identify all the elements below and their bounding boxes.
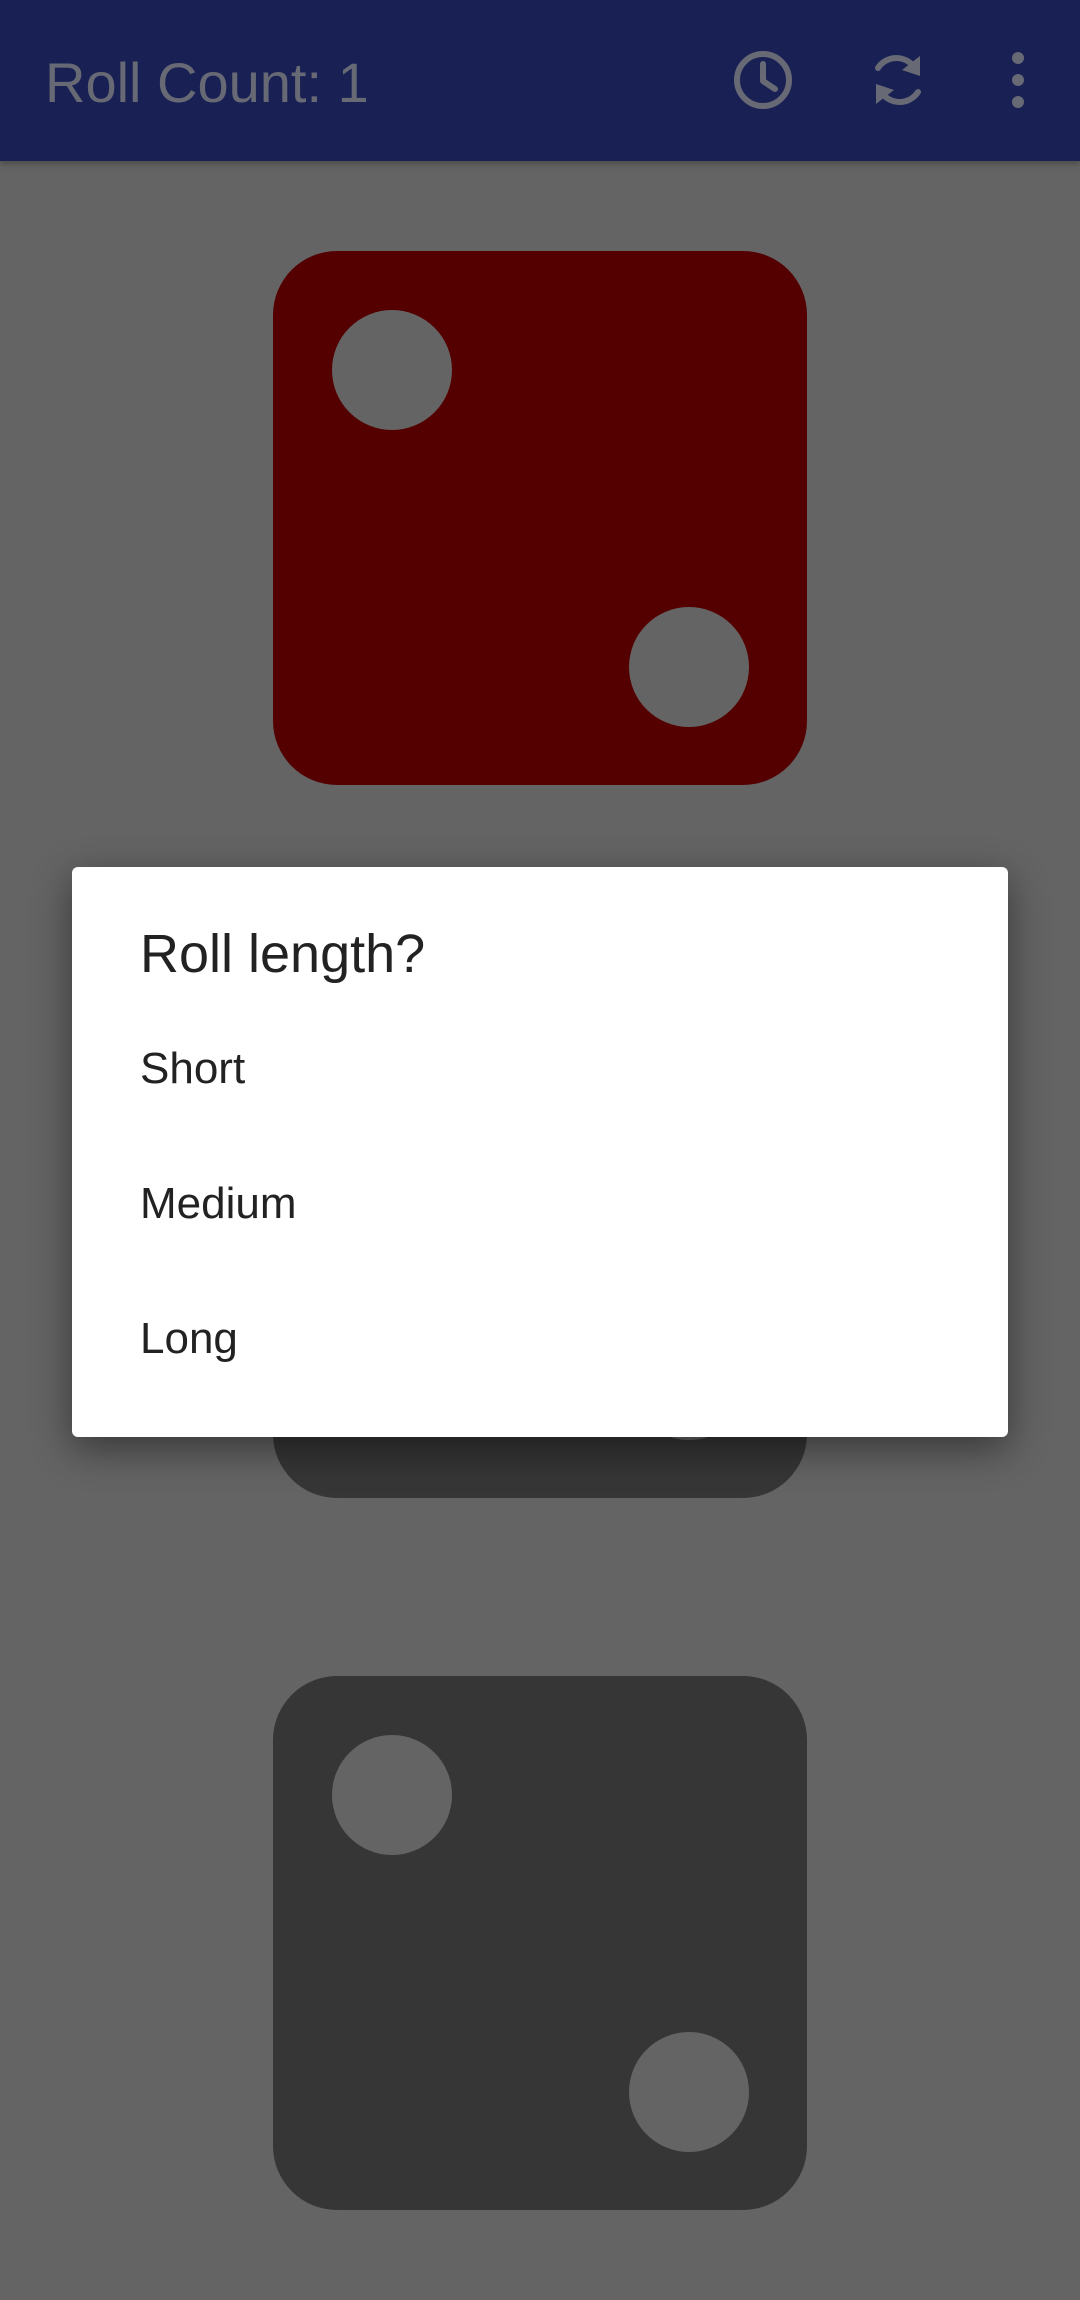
roll-length-dialog: Roll length? Short Medium Long: [72, 867, 1008, 1437]
option-label: Medium: [140, 1179, 297, 1228]
option-medium[interactable]: Medium: [72, 1134, 1008, 1269]
option-label: Short: [140, 1044, 246, 1093]
option-long[interactable]: Long: [72, 1269, 1008, 1404]
option-short[interactable]: Short: [72, 999, 1008, 1134]
option-label: Long: [140, 1314, 238, 1363]
app-screen: Roll Count: 1: [0, 0, 1080, 2300]
dialog-title: Roll length?: [140, 924, 426, 984]
